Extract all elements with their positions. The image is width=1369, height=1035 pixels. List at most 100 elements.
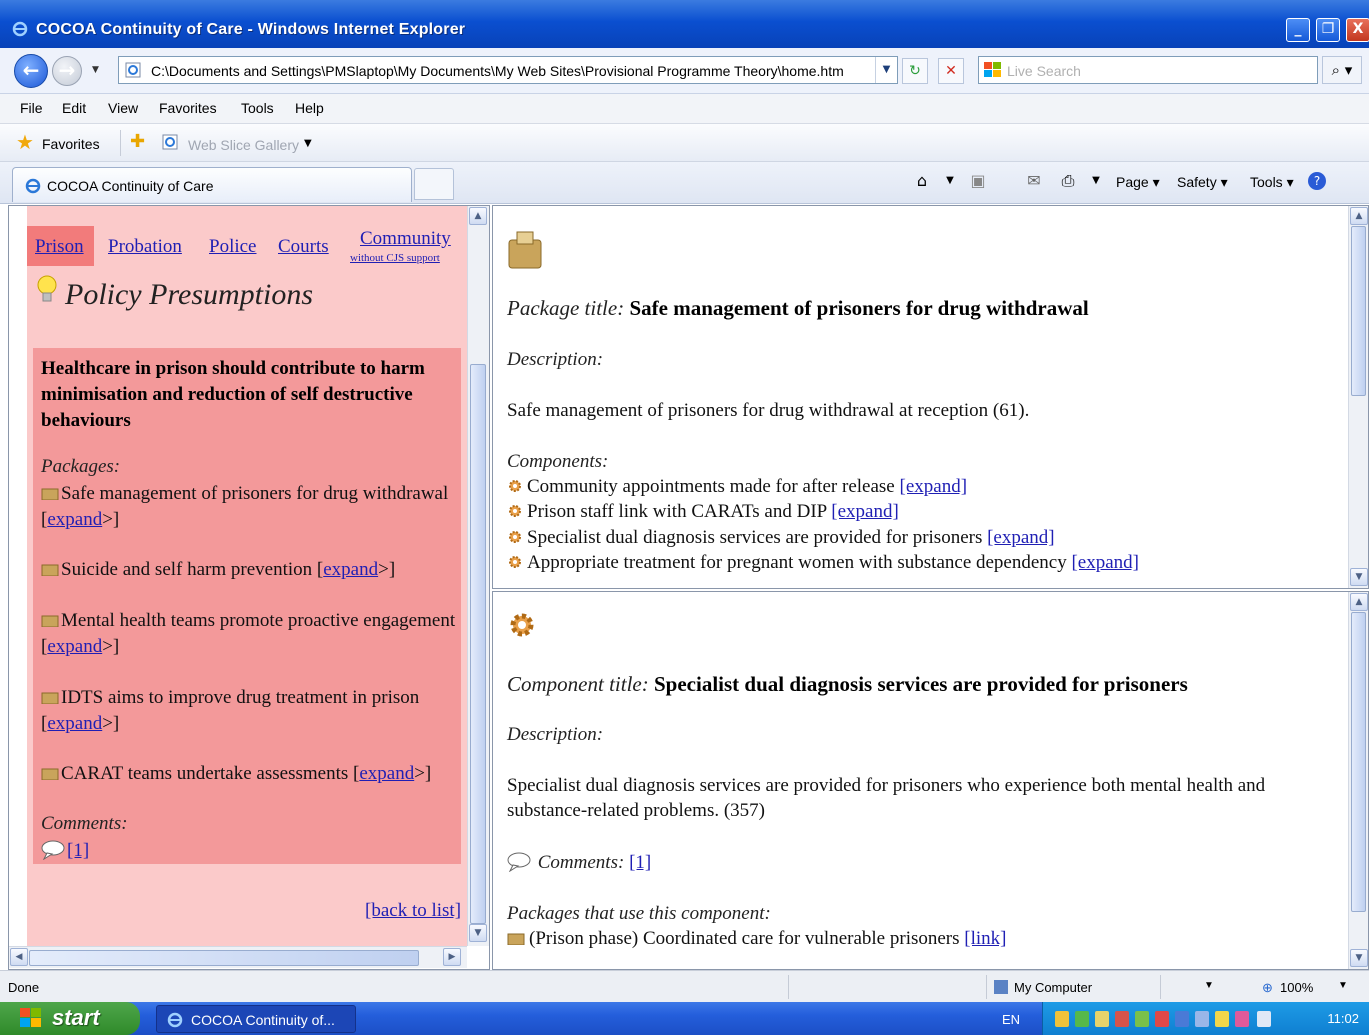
restore-button[interactable]: ❐ <box>1316 18 1340 42</box>
expand-link[interactable]: [expand] <box>1071 552 1139 573</box>
close-button[interactable]: X <box>1346 18 1369 42</box>
favorites-button[interactable]: Favorites <box>42 136 100 152</box>
package-link[interactable]: [link] <box>964 928 1006 949</box>
component-description-label: Description: <box>507 724 604 745</box>
tray-icon[interactable] <box>1055 1011 1069 1027</box>
zoom-dropdown-icon[interactable]: ▼ <box>1338 980 1348 991</box>
print-icon[interactable]: ⎙ <box>1058 171 1078 191</box>
scroll-right-button[interactable]: ▶ <box>443 948 461 966</box>
menu-help[interactable]: Help <box>295 100 324 116</box>
read-mail-icon[interactable]: ✉ <box>1024 171 1044 191</box>
scroll-up-button[interactable]: ▲ <box>1350 207 1368 225</box>
protected-mode-icon[interactable]: ▼ <box>1204 980 1214 991</box>
expand-link[interactable]: [expand] <box>831 501 899 522</box>
page-menu[interactable]: Page ▾ <box>1116 174 1160 191</box>
language-indicator[interactable]: EN <box>1002 1012 1020 1027</box>
nav-community-sub[interactable]: without CJS support <box>350 252 440 264</box>
tray-icon[interactable] <box>1115 1011 1129 1027</box>
left-horizontal-scrollbar[interactable]: ◀ ▶ <box>9 946 467 968</box>
title-bar[interactable]: COCOA Continuity of Care - Windows Inter… <box>0 0 1369 48</box>
search-button[interactable]: ⌕ ▾ <box>1322 56 1362 84</box>
web-slice-dropdown-icon[interactable]: ▼ <box>304 138 312 149</box>
safety-menu[interactable]: Safety ▾ <box>1177 174 1228 191</box>
tray-icon[interactable] <box>1175 1011 1189 1027</box>
tray-icon[interactable] <box>1095 1011 1109 1027</box>
help-icon[interactable]: ? <box>1308 172 1326 190</box>
nav-probation[interactable]: Probation <box>108 236 182 258</box>
recent-pages-dropdown-icon[interactable]: ▼ <box>92 65 99 75</box>
menu-favorites[interactable]: Favorites <box>159 100 217 116</box>
expand-link[interactable]: expand <box>47 713 102 734</box>
tray-icon[interactable] <box>1215 1011 1229 1027</box>
status-divider <box>788 975 789 999</box>
scroll-up-button[interactable]: ▲ <box>1350 593 1368 611</box>
nav-police[interactable]: Police <box>209 236 257 258</box>
tray-icon[interactable] <box>1235 1011 1249 1027</box>
refresh-icon[interactable]: ↻ <box>902 58 928 84</box>
new-tab-button[interactable] <box>414 168 454 200</box>
component-item: Community appointments made for after re… <box>507 476 967 498</box>
component-frame-scrollbar[interactable]: ▲ ▼ <box>1348 592 1368 969</box>
menu-file[interactable]: File <box>20 100 43 116</box>
menu-edit[interactable]: Edit <box>62 100 86 116</box>
comments-label: Comments: <box>41 813 128 834</box>
expand-link[interactable]: [expand] <box>987 527 1055 548</box>
feeds-icon[interactable]: ▣ <box>968 171 988 191</box>
menu-tools[interactable]: Tools <box>241 100 274 116</box>
web-slice-gallery-link[interactable]: Web Slice Gallery <box>188 137 299 153</box>
scroll-left-button[interactable]: ◀ <box>10 948 28 966</box>
address-bar[interactable]: C:\Documents and Settings\PMSlaptop\My D… <box>118 56 898 84</box>
minimize-button[interactable]: _ <box>1286 18 1310 42</box>
hscroll-thumb[interactable] <box>29 950 419 966</box>
scroll-up-button[interactable]: ▲ <box>469 207 487 225</box>
expand-link[interactable]: expand <box>359 763 414 784</box>
forward-button[interactable]: → <box>52 56 82 86</box>
scroll-thumb[interactable] <box>1351 612 1366 912</box>
stop-icon[interactable]: ✕ <box>938 58 964 84</box>
home-icon[interactable]: ⌂ <box>912 171 932 191</box>
search-input[interactable]: Live Search <box>1007 63 1081 79</box>
tray-icon[interactable] <box>1075 1011 1089 1027</box>
nav-prison[interactable]: Prison <box>35 236 84 258</box>
wifi-icon[interactable] <box>1257 1011 1271 1027</box>
nav-courts[interactable]: Courts <box>278 236 329 258</box>
scroll-down-button[interactable]: ▼ <box>1350 568 1368 586</box>
address-dropdown-icon[interactable]: ▼ <box>875 57 897 83</box>
address-url[interactable]: C:\Documents and Settings\PMSlaptop\My D… <box>151 63 844 79</box>
start-button[interactable]: start <box>0 1002 140 1035</box>
zoom-level[interactable]: 100% <box>1280 980 1313 995</box>
component-frame: Component title: Specialist dual diagnos… <box>492 591 1369 970</box>
menu-view[interactable]: View <box>108 100 138 116</box>
nav-community[interactable]: Community <box>360 228 451 250</box>
scroll-down-button[interactable]: ▼ <box>469 924 487 942</box>
home-dropdown-icon[interactable]: ▼ <box>940 171 960 191</box>
print-dropdown-icon[interactable]: ▼ <box>1086 171 1106 191</box>
expand-link[interactable]: [expand] <box>900 476 968 497</box>
search-box[interactable]: Live Search <box>978 56 1318 84</box>
scroll-thumb[interactable] <box>470 364 486 924</box>
zoom-icon[interactable]: ⊕ <box>1262 980 1273 996</box>
package-frame-scrollbar[interactable]: ▲ ▼ <box>1348 206 1368 588</box>
tab-cocoa[interactable]: COCOA Continuity of Care <box>12 167 412 202</box>
expand-link[interactable]: expand <box>47 509 102 530</box>
favorites-star-icon[interactable]: ★ <box>16 132 34 152</box>
package-icon <box>41 615 59 627</box>
expand-link[interactable]: expand <box>47 636 102 657</box>
expand-link[interactable]: expand <box>323 559 378 580</box>
tools-menu-label: Tools <box>1250 174 1283 190</box>
tray-icon[interactable] <box>1155 1011 1169 1027</box>
system-tray: 11:02 <box>1042 1002 1369 1035</box>
comments-link[interactable]: [1] <box>67 840 89 861</box>
tray-icon[interactable] <box>1135 1011 1149 1027</box>
scroll-thumb[interactable] <box>1351 226 1366 396</box>
back-button[interactable]: ← <box>14 54 48 88</box>
page-heading: Policy Presumptions <box>65 278 314 311</box>
component-comments-link[interactable]: [1] <box>629 852 651 873</box>
back-to-list-link[interactable]: [back to list] <box>365 900 461 922</box>
scroll-down-button[interactable]: ▼ <box>1350 949 1368 967</box>
tools-menu[interactable]: Tools ▾ <box>1250 174 1294 191</box>
add-favorite-icon[interactable]: ✚ <box>130 133 145 151</box>
taskbar-item-ie[interactable]: COCOA Continuity of... <box>156 1005 356 1033</box>
tray-icon[interactable] <box>1195 1011 1209 1027</box>
left-vertical-scrollbar[interactable]: ▲ ▼ <box>467 206 489 946</box>
